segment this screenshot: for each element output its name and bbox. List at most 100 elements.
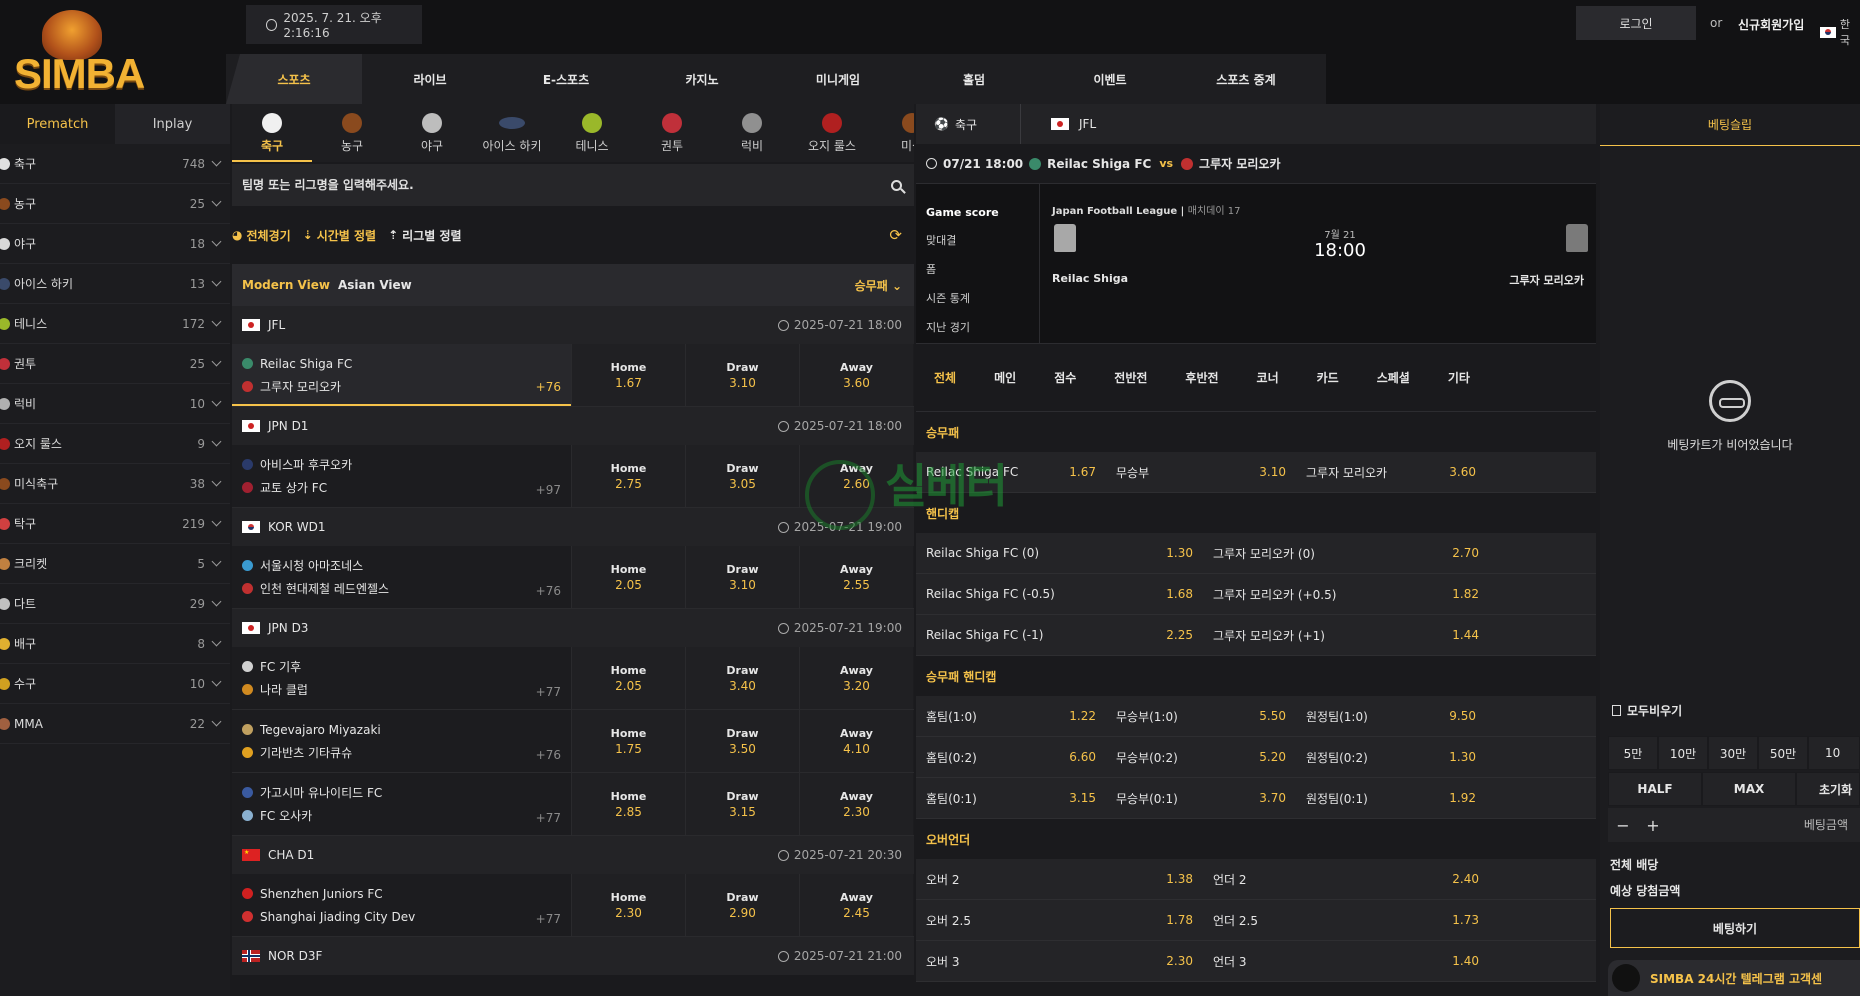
market-odds-button[interactable]: 무승부(0:2) 5.20 [1106,737,1296,778]
odds-away-button[interactable]: Away 2.55 [799,546,913,608]
sport-tab[interactable]: 테니스 [552,104,632,162]
nav-casino[interactable]: 카지노 [634,54,770,104]
score-menu-past-games[interactable]: 지난 경기 [926,319,1039,335]
market-odds-button[interactable]: 언더 3 1.40 [1203,941,1489,982]
market-odds-button[interactable]: 원정팀(1:0) 9.50 [1296,696,1486,737]
market-odds-button[interactable]: 원정팀(0:2) 1.30 [1296,737,1486,778]
market-tab[interactable]: 스페셜 [1377,369,1410,386]
sport-tab[interactable]: 축구 [232,104,312,162]
sport-tab[interactable]: 아이스 하키 [472,104,552,162]
clear-all-button[interactable]: 모두비우기 [1612,702,1682,719]
sidebar-item[interactable]: 농구 25 [0,184,230,224]
odds-home-button[interactable]: Home 2.30 [571,874,685,936]
sidebar-item[interactable]: 오지 룰스 9 [0,424,230,464]
market-tab[interactable]: 점수 [1054,369,1076,386]
market-odds-button[interactable]: 언더 2.5 1.73 [1203,900,1489,941]
odds-draw-button[interactable]: Draw 3.10 [685,546,799,608]
market-odds-button[interactable]: 무승부(0:1) 3.70 [1106,778,1296,819]
market-odds-button[interactable]: 오버 2 1.38 [916,859,1203,900]
sport-tab[interactable]: 권투 [632,104,712,162]
market-tab[interactable]: 후반전 [1185,369,1218,386]
nav-live[interactable]: 라이브 [362,54,498,104]
league-header[interactable]: JPN D3 2025-07-21 19:00 [232,609,914,647]
odds-home-button[interactable]: Home 1.75 [571,710,685,772]
match-teams[interactable]: Tegevajaro Miyazaki 기라반츠 기타큐슈 +76 [232,710,571,772]
market-odds-button[interactable]: 언더 2 2.40 [1203,859,1489,900]
nav-sports-stream[interactable]: 스포츠 중계 [1178,54,1314,104]
market-odds-button[interactable]: 원정팀(0:1) 1.92 [1296,778,1486,819]
more-markets-count[interactable]: +77 [536,912,561,926]
odds-home-button[interactable]: Home 2.85 [571,773,685,835]
sidebar-item[interactable]: 럭비 10 [0,384,230,424]
sport-tab[interactable]: 미식 [872,104,914,162]
market-tab[interactable]: 카드 [1317,369,1339,386]
sport-tab[interactable]: 오지 룰스 [792,104,872,162]
amount-1m-button[interactable]: 10 [1808,736,1860,770]
more-markets-count[interactable]: +77 [536,811,561,825]
market-odds-button[interactable]: 오버 3 2.30 [916,941,1203,982]
market-odds-button[interactable]: 그루자 모리오카 (+1) 1.44 [1203,615,1489,656]
sport-tab[interactable]: 야구 [392,104,472,162]
market-tab[interactable]: 코너 [1257,369,1279,386]
market-odds-button[interactable]: Reilac Shiga FC (0) 1.30 [916,533,1203,574]
minus-icon[interactable]: − [1608,816,1638,835]
score-menu-game-score[interactable]: Game score [926,206,1039,219]
market-tab[interactable]: 기타 [1448,369,1470,386]
search-input[interactable] [242,178,802,192]
sidebar-item[interactable]: 탁구 219 [0,504,230,544]
nav-esports[interactable]: E-스포츠 [498,54,634,104]
odds-home-button[interactable]: Home 2.05 [571,647,685,709]
match-teams[interactable]: FC 기후 나라 클럽 +77 [232,647,571,709]
more-markets-count[interactable]: +76 [536,584,561,598]
login-button[interactable]: 로그인 [1576,6,1696,40]
odds-away-button[interactable]: Away 2.45 [799,874,913,936]
sort-by-time-button[interactable]: ⇣ 시간별 정렬 [303,227,376,244]
odds-away-button[interactable]: Away 2.30 [799,773,913,835]
telegram-banner[interactable]: SIMBA 24시간 텔레그램 고객센 [1608,960,1860,996]
odds-draw-button[interactable]: Draw 3.15 [685,773,799,835]
odds-home-button[interactable]: Home 2.75 [571,445,685,507]
language-selector[interactable]: 한국 [1820,16,1860,48]
odds-draw-button[interactable]: Draw 3.40 [685,647,799,709]
nav-event[interactable]: 이벤트 [1042,54,1178,104]
market-odds-button[interactable]: 무승부 3.10 [1106,452,1296,493]
market-odds-button[interactable]: 홈팀(1:0) 1.22 [916,696,1106,737]
match-teams[interactable]: 가고시마 유나이티드 FC FC 오사카 +77 [232,773,571,835]
amount-500k-button[interactable]: 50만 [1758,736,1808,770]
signup-link[interactable]: 신규회원가입 [1738,16,1804,33]
market-odds-button[interactable]: 홈팀(0:1) 3.15 [916,778,1106,819]
sidebar-item[interactable]: MMA 22 [0,704,230,744]
score-menu-h2h[interactable]: 맞대결 [926,232,1039,248]
simba-logo[interactable]: SIMBA [14,10,145,97]
sport-tab[interactable]: 농구 [312,104,392,162]
breadcrumb-league[interactable]: JFL [1020,104,1096,144]
match-teams[interactable]: 아비스파 후쿠오카 교토 상가 FC +97 [232,445,571,507]
odds-home-button[interactable]: Home 2.05 [571,546,685,608]
odds-away-button[interactable]: Away 4.10 [799,710,913,772]
more-markets-count[interactable]: +76 [536,748,561,762]
league-header[interactable]: NOR D3F 2025-07-21 21:00 [232,937,914,975]
score-menu-form[interactable]: 폼 [926,261,1039,277]
league-header[interactable]: KOR WD1 2025-07-21 19:00 [232,508,914,546]
odds-away-button[interactable]: Away 2.60 [799,445,913,507]
sport-tab[interactable]: 럭비 [712,104,792,162]
stake-input[interactable] [1668,818,1848,832]
odds-away-button[interactable]: Away 3.20 [799,647,913,709]
sidebar-item[interactable]: 아이스 하키 13 [0,264,230,304]
market-tab[interactable]: 전반전 [1114,369,1147,386]
match-teams[interactable]: 서울시청 아마조네스 인천 현대제철 레드엔젤스 +76 [232,546,571,608]
market-odds-button[interactable]: 그루자 모리오카 (0) 2.70 [1203,533,1489,574]
market-odds-button[interactable]: Reilac Shiga FC (-0.5) 1.68 [916,574,1203,615]
odds-draw-button[interactable]: Draw 3.50 [685,710,799,772]
odds-draw-button[interactable]: Draw 2.90 [685,874,799,936]
modern-view-button[interactable]: Modern View [242,278,330,292]
amount-300k-button[interactable]: 30만 [1708,736,1758,770]
score-menu-season-stats[interactable]: 시즌 통계 [926,290,1039,306]
market-odds-button[interactable]: 무승부(1:0) 5.50 [1106,696,1296,737]
sidebar-item[interactable]: 크리켓 5 [0,544,230,584]
tab-inplay[interactable]: Inplay [115,104,230,144]
odds-draw-button[interactable]: Draw 3.05 [685,445,799,507]
market-odds-button[interactable]: 홈팀(0:2) 6.60 [916,737,1106,778]
market-odds-button[interactable]: 오버 2.5 1.78 [916,900,1203,941]
breadcrumb-sport[interactable]: ⚽ 축구 [916,116,1020,133]
